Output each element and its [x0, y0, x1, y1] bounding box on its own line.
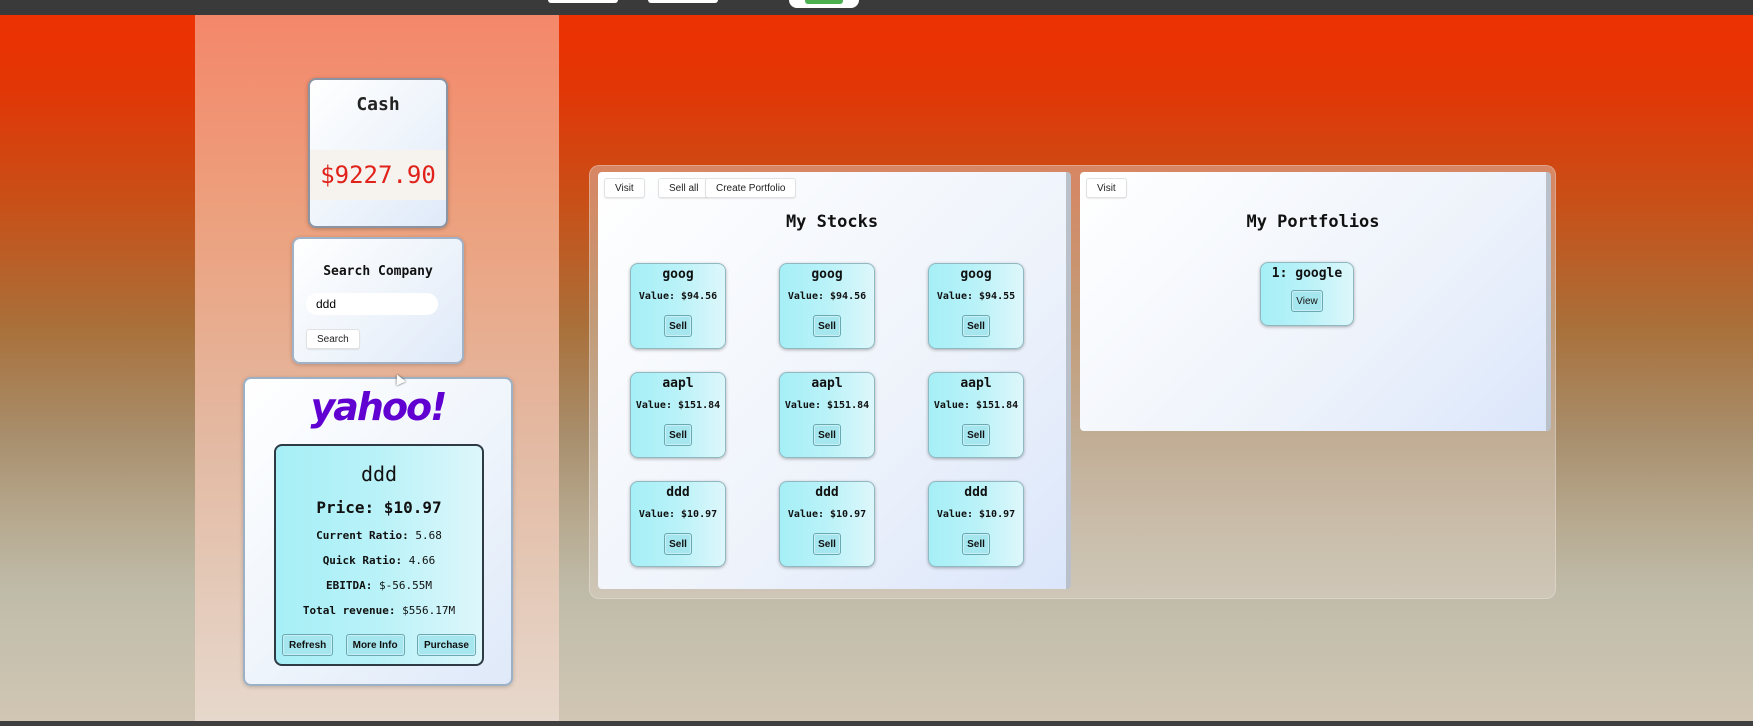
my-stocks-title: My Stocks: [785, 212, 879, 232]
stock-card-name: ddd: [666, 485, 690, 500]
my-portfolios-panel: Visit My Portfolios 1: google View: [1080, 172, 1551, 431]
stock-card-value: Value: $10.97: [638, 509, 718, 520]
stock-card: goog Value: $94.55 Sell: [928, 263, 1024, 349]
portfolio-name: 1: google: [1271, 266, 1343, 281]
stock-card: goog Value: $94.56 Sell: [630, 263, 726, 349]
stock-card-name: aapl: [662, 376, 694, 391]
metric-quick-ratio: Quick Ratio: 4.66: [276, 554, 482, 567]
stock-actions: Refresh More Info Purchase: [282, 634, 476, 656]
stock-price: Price: $10.97: [316, 498, 442, 517]
stock-card-name: goog: [960, 267, 992, 282]
stock-card: ddd Value: $10.97 Sell: [779, 481, 875, 567]
purchase-button[interactable]: Purchase: [416, 634, 476, 656]
stock-card-name: ddd: [964, 485, 988, 500]
refresh-button[interactable]: Refresh: [282, 634, 334, 656]
stock-card: aapl Value: $151.84 Sell: [928, 372, 1024, 458]
metric-current-ratio: Current Ratio: 5.68: [276, 529, 482, 542]
metric-value: 5.68: [415, 529, 442, 542]
search-company-card: Search Company Search: [292, 237, 464, 364]
my-portfolios-title: My Portfolios: [1246, 212, 1380, 232]
metric-value: $-56.55M: [379, 579, 432, 592]
sell-button[interactable]: Sell: [813, 533, 841, 555]
stock-card-value: Value: $10.97: [787, 509, 867, 520]
metric-label: Current Ratio:: [316, 529, 409, 542]
stock-card: goog Value: $94.56 Sell: [779, 263, 875, 349]
metric-ebitda: EBITDA: $-56.55M: [276, 579, 482, 592]
stock-card-value: Value: $94.56: [787, 291, 867, 302]
sell-button[interactable]: Sell: [962, 424, 990, 446]
sell-button[interactable]: Sell: [962, 315, 990, 337]
stock-card-name: ddd: [815, 485, 839, 500]
stock-card: aapl Value: $151.84 Sell: [779, 372, 875, 458]
search-input[interactable]: [306, 293, 438, 315]
view-button[interactable]: View: [1291, 290, 1323, 312]
create-portfolio-button[interactable]: Create Portfolio: [705, 178, 797, 198]
top-bar-active-tab[interactable]: [789, 0, 859, 8]
metric-label: Quick Ratio:: [322, 554, 403, 567]
stock-card-value: Value: $10.97: [936, 509, 1016, 520]
stock-card-name: aapl: [811, 376, 843, 391]
stock-card-value: Value: $94.55: [936, 291, 1016, 302]
cash-title: Cash: [356, 94, 400, 115]
search-title: Search Company: [323, 264, 433, 279]
metric-value: 4.66: [408, 554, 436, 567]
stock-card-name: goog: [811, 267, 843, 282]
portfolio-card: 1: google View: [1260, 262, 1354, 326]
yahoo-stock-card: yahoo! ddd Price: $10.97 Current Ratio: …: [243, 377, 513, 686]
visit-button[interactable]: Visit: [604, 178, 645, 198]
visit-button[interactable]: Visit: [1086, 178, 1127, 198]
stock-card-value: Value: $94.56: [638, 291, 718, 302]
stock-card: ddd Value: $10.97 Sell: [928, 481, 1024, 567]
stock-card: aapl Value: $151.84 Sell: [630, 372, 726, 458]
top-bar-tab[interactable]: [648, 0, 718, 3]
my-stocks-panel: Visit Sell all Create Portfolio My Stock…: [598, 172, 1071, 589]
cash-card: Cash $9227.90: [308, 78, 448, 228]
metric-label: EBITDA:: [326, 579, 373, 592]
metric-total-revenue: Total revenue: $556.17M: [276, 604, 482, 617]
browser-bottom-bar: [0, 721, 1753, 726]
stock-card-value: Value: $151.84: [635, 400, 721, 411]
stock-detail-card: ddd Price: $10.97 Current Ratio: 5.68 Qu…: [274, 444, 484, 666]
cash-amount: $9227.90: [310, 150, 446, 200]
search-button[interactable]: Search: [306, 329, 360, 349]
sell-button[interactable]: Sell: [813, 315, 841, 337]
more-info-button[interactable]: More Info: [345, 634, 405, 656]
metric-label: Total revenue:: [302, 604, 396, 617]
sell-button[interactable]: Sell: [813, 424, 841, 446]
stock-card-name: aapl: [960, 376, 992, 391]
stock-card-name: goog: [662, 267, 694, 282]
sell-all-button[interactable]: Sell all: [658, 178, 710, 198]
stock-card: ddd Value: $10.97 Sell: [630, 481, 726, 567]
stock-card-value: Value: $151.84: [933, 400, 1019, 411]
sell-button[interactable]: Sell: [962, 533, 990, 555]
browser-top-bar: [0, 0, 1753, 15]
top-bar-tab[interactable]: [548, 0, 618, 3]
metric-value: $556.17M: [402, 604, 456, 617]
sell-button[interactable]: Sell: [664, 533, 692, 555]
sell-button[interactable]: Sell: [664, 424, 692, 446]
stock-name: ddd: [360, 462, 398, 486]
yahoo-logo: yahoo!: [310, 385, 447, 429]
stock-card-value: Value: $151.84: [784, 400, 870, 411]
sell-button[interactable]: Sell: [664, 315, 692, 337]
